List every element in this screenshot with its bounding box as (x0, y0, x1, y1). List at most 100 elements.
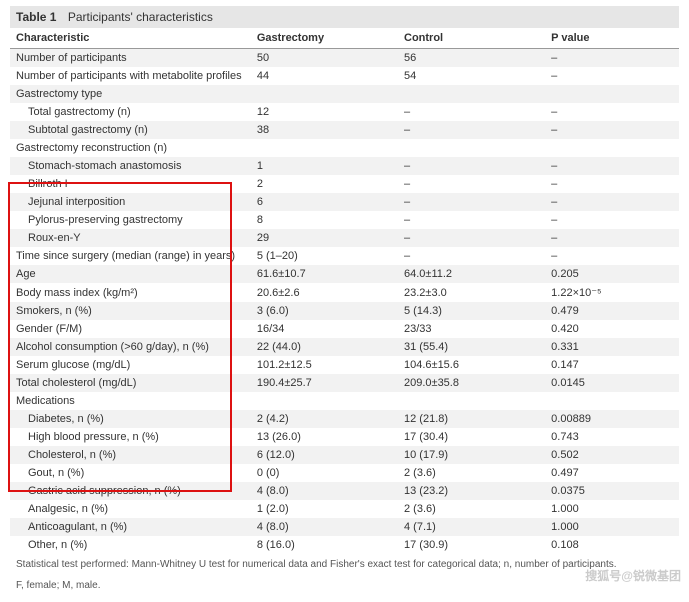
cell-control: – (398, 193, 545, 211)
cell-pvalue: 0.743 (545, 428, 679, 446)
cell-gastrectomy: 29 (251, 229, 398, 247)
cell-pvalue: 0.0375 (545, 482, 679, 500)
cell-gastrectomy: 22 (44.0) (251, 338, 398, 356)
cell-control: 31 (55.4) (398, 338, 545, 356)
cell-pvalue: – (545, 193, 679, 211)
cell-gastrectomy: 16/34 (251, 320, 398, 338)
cell-gastrectomy: 190.4±25.7 (251, 374, 398, 392)
table-row: Gout, n (%)0 (0)2 (3.6)0.497 (10, 464, 679, 482)
cell-gastrectomy: 6 (251, 193, 398, 211)
cell-control: 5 (14.3) (398, 302, 545, 320)
cell-control: 12 (21.8) (398, 410, 545, 428)
cell-label: Gender (F/M) (10, 320, 251, 338)
cell-gastrectomy: 2 (4.2) (251, 410, 398, 428)
cell-control: 56 (398, 49, 545, 68)
table-row: Pylorus-preserving gastrectomy8–– (10, 211, 679, 229)
cell-pvalue: 0.00889 (545, 410, 679, 428)
cell-control: 104.6±15.6 (398, 356, 545, 374)
table-row: Alcohol consumption (>60 g/day), n (%)22… (10, 338, 679, 356)
cell-label: Diabetes, n (%) (10, 410, 251, 428)
table-row: Body mass index (kg/m²)20.6±2.623.2±3.01… (10, 283, 679, 302)
characteristics-table: Characteristic Gastrectomy Control P val… (10, 28, 679, 554)
cell-label: Gastrectomy type (10, 85, 251, 103)
cell-pvalue: 1.000 (545, 518, 679, 536)
table-row: Subtotal gastrectomy (n)38–– (10, 121, 679, 139)
col-gastrectomy: Gastrectomy (251, 28, 398, 49)
table-row: Smokers, n (%)3 (6.0)5 (14.3)0.479 (10, 302, 679, 320)
table-row: Gastrectomy reconstruction (n) (10, 139, 679, 157)
table-row: Age61.6±10.764.0±11.20.205 (10, 265, 679, 283)
table-row: Medications (10, 392, 679, 410)
cell-gastrectomy: 12 (251, 103, 398, 121)
cell-label: Roux-en-Y (10, 229, 251, 247)
cell-control: – (398, 175, 545, 193)
cell-label: Gastric acid suppression, n (%) (10, 482, 251, 500)
col-control: Control (398, 28, 545, 49)
footnote-1: Statistical test performed: Mann-Whitney… (10, 554, 679, 575)
cell-gastrectomy: 50 (251, 49, 398, 68)
cell-label: High blood pressure, n (%) (10, 428, 251, 446)
cell-pvalue: – (545, 49, 679, 68)
cell-control: – (398, 247, 545, 265)
cell-gastrectomy: 101.2±12.5 (251, 356, 398, 374)
table-row: Other, n (%)8 (16.0)17 (30.9)0.108 (10, 536, 679, 554)
cell-gastrectomy: 0 (0) (251, 464, 398, 482)
table-row: Analgesic, n (%)1 (2.0)2 (3.6)1.000 (10, 500, 679, 518)
cell-gastrectomy (251, 85, 398, 103)
cell-label: Other, n (%) (10, 536, 251, 554)
footnote-2: F, female; M, male. (10, 575, 679, 596)
cell-control: – (398, 157, 545, 175)
table-caption: Participants' characteristics (68, 10, 213, 24)
cell-gastrectomy: 8 (251, 211, 398, 229)
cell-control: 2 (3.6) (398, 464, 545, 482)
cell-control: – (398, 121, 545, 139)
cell-control: 10 (17.9) (398, 446, 545, 464)
cell-control: 13 (23.2) (398, 482, 545, 500)
cell-pvalue: 0.331 (545, 338, 679, 356)
cell-pvalue: 0.479 (545, 302, 679, 320)
cell-gastrectomy: 20.6±2.6 (251, 283, 398, 302)
cell-label: Jejunal interposition (10, 193, 251, 211)
table-row: Number of participants with metabolite p… (10, 67, 679, 85)
cell-pvalue: 0.205 (545, 265, 679, 283)
cell-pvalue: – (545, 121, 679, 139)
table-header-row: Characteristic Gastrectomy Control P val… (10, 28, 679, 49)
cell-control: 23.2±3.0 (398, 283, 545, 302)
cell-gastrectomy: 4 (8.0) (251, 482, 398, 500)
cell-gastrectomy (251, 392, 398, 410)
cell-gastrectomy: 61.6±10.7 (251, 265, 398, 283)
cell-label: Gastrectomy reconstruction (n) (10, 139, 251, 157)
table-row: Diabetes, n (%)2 (4.2)12 (21.8)0.00889 (10, 410, 679, 428)
cell-pvalue (545, 392, 679, 410)
table-number: Table 1 (16, 10, 56, 24)
cell-label: Billroth I (10, 175, 251, 193)
table-title: Table 1 Participants' characteristics (10, 6, 679, 28)
cell-control: 209.0±35.8 (398, 374, 545, 392)
cell-gastrectomy: 13 (26.0) (251, 428, 398, 446)
cell-control: 4 (7.1) (398, 518, 545, 536)
cell-label: Serum glucose (mg/dL) (10, 356, 251, 374)
cell-pvalue: 0.0145 (545, 374, 679, 392)
cell-gastrectomy: 38 (251, 121, 398, 139)
cell-gastrectomy: 4 (8.0) (251, 518, 398, 536)
cell-control: 2 (3.6) (398, 500, 545, 518)
cell-gastrectomy: 5 (1–20) (251, 247, 398, 265)
table-row: Anticoagulant, n (%)4 (8.0)4 (7.1)1.000 (10, 518, 679, 536)
table-row: Billroth I2–– (10, 175, 679, 193)
table-row: Total cholesterol (mg/dL)190.4±25.7209.0… (10, 374, 679, 392)
table-row: Gender (F/M)16/3423/330.420 (10, 320, 679, 338)
cell-pvalue: 0.497 (545, 464, 679, 482)
cell-pvalue: – (545, 229, 679, 247)
cell-pvalue: – (545, 67, 679, 85)
cell-pvalue: 0.502 (545, 446, 679, 464)
cell-pvalue: 0.108 (545, 536, 679, 554)
cell-label: Alcohol consumption (>60 g/day), n (%) (10, 338, 251, 356)
cell-control: 23/33 (398, 320, 545, 338)
table-row: Time since surgery (median (range) in ye… (10, 247, 679, 265)
table-row: Total gastrectomy (n)12–– (10, 103, 679, 121)
cell-control (398, 85, 545, 103)
table-row: Jejunal interposition6–– (10, 193, 679, 211)
table-row: Stomach-stomach anastomosis1–– (10, 157, 679, 175)
cell-control: – (398, 229, 545, 247)
cell-pvalue: 0.420 (545, 320, 679, 338)
